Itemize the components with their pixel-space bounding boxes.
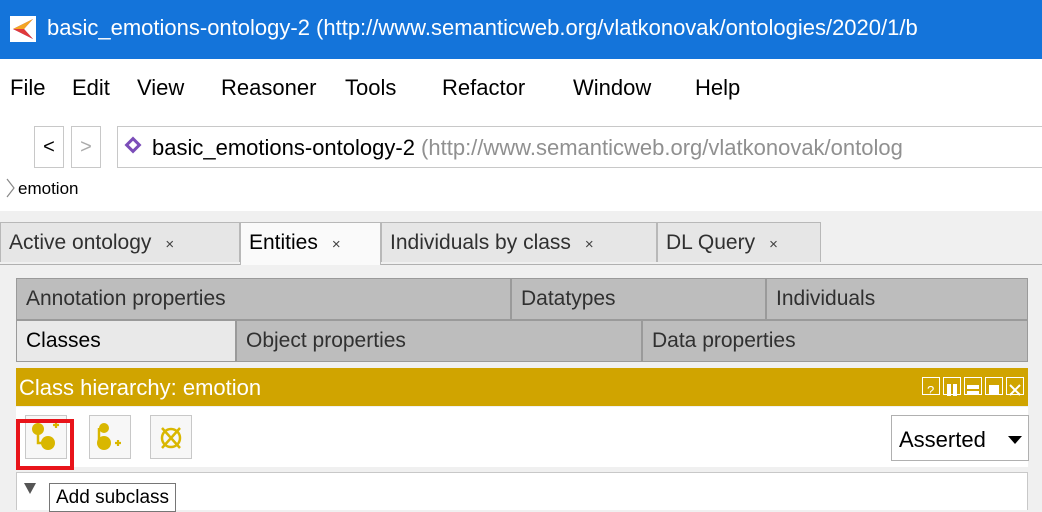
ontology-name: basic_emotions-ontology-2 [152, 135, 415, 160]
back-button[interactable]: < [34, 126, 64, 168]
split-horizontal-icon[interactable] [964, 377, 982, 395]
close-icon[interactable]: × [585, 236, 594, 253]
view-title: Class hierarchy: emotion [19, 375, 262, 400]
tooltip: Add subclass [49, 483, 177, 512]
svg-text:?: ? [927, 383, 934, 398]
active-ontology-selector[interactable]: basic_emotions-ontology-2 (http://www.se… [117, 126, 1042, 168]
maximize-icon[interactable] [985, 377, 1003, 395]
dropdown-value: Asserted [899, 427, 986, 452]
close-icon[interactable]: × [769, 236, 778, 253]
menu-file[interactable]: File [10, 75, 45, 101]
subtab-data-properties[interactable]: Data properties [642, 320, 1028, 362]
ontology-diamond-icon [124, 136, 142, 154]
add-sibling-class-button[interactable] [89, 415, 131, 459]
tab-label: Active ontology [9, 231, 152, 254]
add-subclass-highlight [16, 419, 74, 470]
add-sibling-icon [97, 423, 121, 450]
tab-dl-query[interactable]: DL Query × [657, 222, 821, 262]
window-title: basic_emotions-ontology-2 (http://www.se… [47, 15, 918, 40]
tab-label: DL Query [666, 231, 756, 254]
menu-edit[interactable]: Edit [72, 75, 110, 101]
menu-reasoner[interactable]: Reasoner [221, 75, 316, 101]
subtab-annotation-properties[interactable]: Annotation properties [16, 278, 511, 320]
menu-window[interactable]: Window [573, 75, 651, 101]
subtab-classes[interactable]: Classes [16, 320, 236, 362]
close-view-icon[interactable] [1006, 377, 1024, 396]
tab-active-ontology[interactable]: Active ontology × [0, 222, 240, 262]
tab-individuals-by-class[interactable]: Individuals by class × [381, 222, 657, 262]
subtab-individuals[interactable]: Individuals [766, 278, 1028, 320]
delete-class-button[interactable] [150, 415, 192, 459]
help-icon[interactable]: ? [922, 377, 940, 398]
tab-label: Entities [249, 231, 318, 254]
delete-class-icon [160, 427, 182, 449]
ontology-iri: (http://www.semanticweb.org/vlatkonovak/… [414, 135, 903, 160]
tree-expand-icon[interactable] [24, 483, 36, 494]
menu-refactor[interactable]: Refactor [442, 75, 525, 101]
forward-button[interactable]: > [71, 126, 101, 168]
title-bar: basic_emotions-ontology-2 (http://www.se… [0, 0, 1042, 59]
tab-label: Individuals by class [390, 231, 571, 254]
menu-bar: File Edit View Reasoner Tools Refactor W… [0, 59, 1042, 115]
class-hierarchy-header: Class hierarchy: emotion ? [16, 368, 1028, 406]
tab-entities[interactable]: Entities × [240, 222, 381, 265]
menu-help[interactable]: Help [695, 75, 740, 101]
close-icon[interactable]: × [332, 236, 341, 253]
menu-view[interactable]: View [137, 75, 184, 101]
menu-tools[interactable]: Tools [345, 75, 396, 101]
chevron-down-icon [1008, 436, 1022, 444]
breadcrumb-chevron-icon [6, 178, 15, 198]
hierarchy-mode-dropdown[interactable]: Asserted [891, 415, 1029, 461]
subtab-datatypes[interactable]: Datatypes [511, 278, 766, 320]
split-vertical-icon[interactable] [943, 377, 961, 396]
close-icon[interactable]: × [165, 236, 174, 253]
subtab-object-properties[interactable]: Object properties [236, 320, 642, 362]
protege-app-icon [10, 16, 36, 42]
breadcrumb-entity[interactable]: emotion [18, 179, 78, 199]
